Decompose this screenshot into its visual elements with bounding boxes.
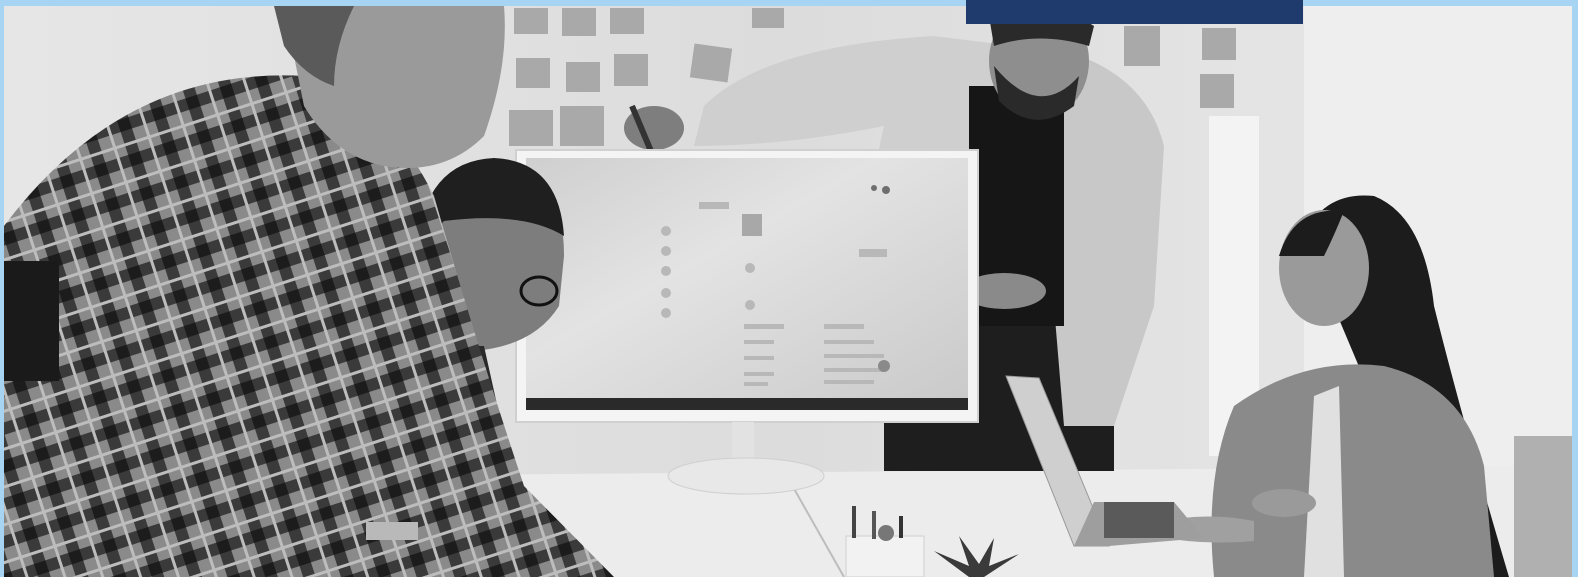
hero-photo xyxy=(4,6,1572,577)
phone-on-desk xyxy=(366,522,418,540)
overlay-card xyxy=(966,0,1303,24)
team-meeting-image xyxy=(4,6,1572,577)
hero-frame xyxy=(0,0,1578,577)
